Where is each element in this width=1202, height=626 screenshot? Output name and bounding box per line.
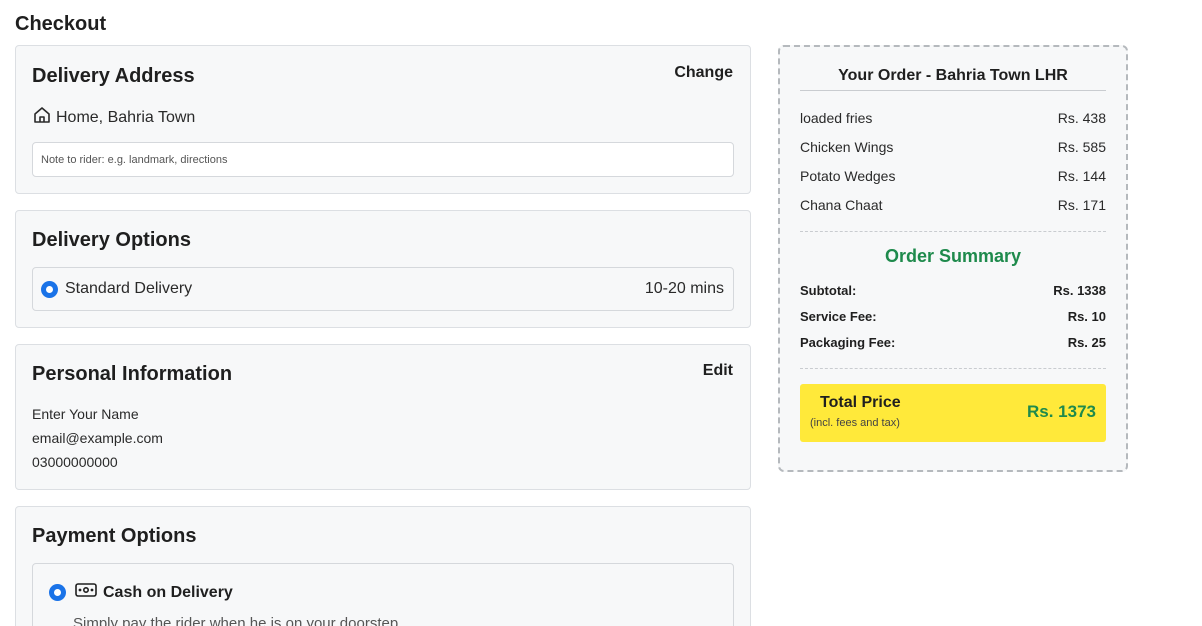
order-item: Chicken Wings Rs. 585 xyxy=(800,139,1106,155)
fee-value: Rs. 25 xyxy=(1067,335,1106,350)
fee-row: Subtotal: Rs. 1338 xyxy=(800,283,1106,298)
payment-options-title: Payment Options xyxy=(32,525,197,547)
edit-personal-button[interactable]: Edit xyxy=(703,362,733,380)
radio-selected-icon[interactable] xyxy=(41,280,58,298)
delivery-options-title: Delivery Options xyxy=(32,229,191,251)
radio-selected-icon[interactable] xyxy=(49,584,66,601)
total-price-note: (incl. fees and tax) xyxy=(810,417,900,429)
address-line: Home, Bahria Town xyxy=(32,105,195,130)
order-summary-title: Order Summary xyxy=(884,246,1022,266)
order-item-price: Rs. 585 xyxy=(1057,139,1106,155)
order-item: Potato Wedges Rs. 144 xyxy=(800,168,1106,184)
fee-label: Service Fee: xyxy=(800,309,877,324)
home-icon xyxy=(32,105,56,130)
order-summary-panel: Your Order - Bahria Town LHR loaded frie… xyxy=(778,45,1128,472)
fee-row: Service Fee: Rs. 10 xyxy=(800,309,1106,324)
standard-delivery-option[interactable]: Standard Delivery 10-20 mins xyxy=(32,267,734,311)
fee-row: Packaging Fee: Rs. 25 xyxy=(800,335,1106,350)
order-item-name: Chicken Wings xyxy=(800,139,894,155)
order-item-name: Chana Chaat xyxy=(800,197,883,213)
customer-name: Enter Your Name xyxy=(32,406,139,422)
fee-label: Packaging Fee: xyxy=(800,335,896,350)
cash-on-delivery-option[interactable]: Cash on Delivery Simply pay the rider wh… xyxy=(32,563,734,626)
delivery-option-label: Standard Delivery xyxy=(65,280,193,297)
order-item-price: Rs. 144 xyxy=(1057,168,1106,184)
total-price-value: Rs. 1373 xyxy=(1027,402,1096,421)
fee-value: Rs. 1338 xyxy=(1053,283,1106,298)
delivery-options-card: Delivery Options Standard Delivery 10-20… xyxy=(15,210,751,328)
order-title: Your Order - Bahria Town LHR xyxy=(800,67,1106,91)
order-item: Chana Chaat Rs. 171 xyxy=(800,197,1106,213)
order-item-price: Rs. 438 xyxy=(1057,110,1106,126)
cash-icon xyxy=(66,583,97,602)
payment-option-label: Cash on Delivery xyxy=(103,583,233,601)
change-address-button[interactable]: Change xyxy=(674,64,733,82)
page-title: Checkout xyxy=(15,13,107,35)
delivery-option-time: 10-20 mins xyxy=(644,280,724,297)
customer-email: email@example.com xyxy=(32,430,163,446)
fee-label: Subtotal: xyxy=(800,283,857,298)
divider xyxy=(800,231,1106,232)
divider xyxy=(800,368,1106,369)
order-item-name: loaded fries xyxy=(800,110,873,126)
total-price-box: Total Price (incl. fees and tax) Rs. 137… xyxy=(800,384,1106,442)
order-item-name: Potato Wedges xyxy=(800,168,896,184)
rider-note-input[interactable] xyxy=(32,142,734,177)
payment-option-header: Cash on Delivery xyxy=(49,583,233,602)
personal-information-card: Personal Information Edit Enter Your Nam… xyxy=(15,344,751,490)
delivery-address-card: Delivery Address Change Home, Bahria Tow… xyxy=(15,45,751,194)
payment-options-card: Payment Options Cash on Delivery Simply … xyxy=(15,506,751,626)
total-price-label: Total Price xyxy=(820,394,901,411)
personal-information-title: Personal Information xyxy=(32,363,233,385)
customer-phone: 03000000000 xyxy=(32,454,118,470)
payment-option-description: Simply pay the rider when he is on your … xyxy=(73,615,399,626)
delivery-address-title: Delivery Address xyxy=(32,65,195,87)
order-item: loaded fries Rs. 438 xyxy=(800,110,1106,126)
fee-value: Rs. 10 xyxy=(1067,309,1106,324)
address-text: Home, Bahria Town xyxy=(56,108,196,126)
order-item-price: Rs. 171 xyxy=(1057,197,1106,213)
